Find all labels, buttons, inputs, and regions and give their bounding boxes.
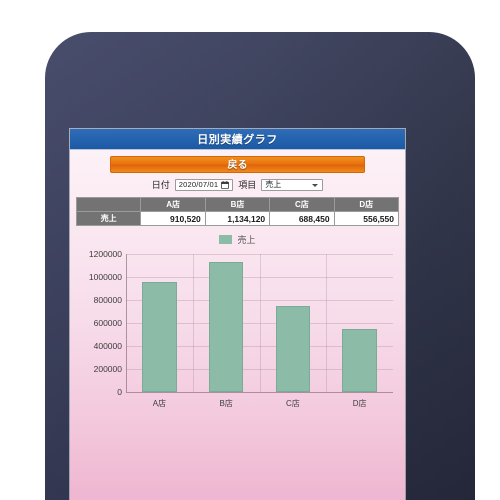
table-column-header: C店	[269, 197, 335, 212]
calendar-icon[interactable]	[221, 180, 230, 189]
table-column-header: D店	[333, 197, 400, 212]
y-axis-tick-label: 0	[117, 387, 122, 397]
chart-bar	[142, 281, 177, 392]
back-button-row: 戻る	[70, 150, 405, 173]
table-cell: 1,134,120	[204, 211, 271, 226]
table-cell: 688,450	[269, 211, 335, 226]
legend-swatch-sales	[219, 235, 233, 244]
data-table-body: 売上 910,520 1,134,120 688,450 556,550	[75, 211, 400, 226]
table-header-row: A店 B店 C店 D店	[75, 197, 400, 212]
x-axis-tick-label: A店	[152, 399, 167, 408]
date-field-label: 日付	[151, 180, 170, 190]
table-cell: 556,550	[333, 211, 400, 226]
chart-category-separator	[326, 254, 328, 392]
y-axis-tick-label: 1200000	[88, 249, 122, 259]
y-axis-tick-label: 400000	[93, 341, 122, 351]
chart-bar	[275, 305, 311, 392]
bar-chart: 0 200000 400000 600000 800000 1000000 1200000 A…	[74, 249, 397, 418]
legend-label-sales: 売上	[237, 235, 256, 245]
chevron-down-icon	[312, 183, 319, 187]
chart-plot-area: 0 200000 400000 600000 800000 1000000 1200000 A…	[89, 249, 393, 408]
table-column-header: A店	[140, 197, 206, 212]
screenshot-stage: 日別実績グラフ 戻る 日付 2020/07/01 項目 売上 A店 B店 C店 …	[0, 0, 500, 500]
y-axis-tick-label: 800000	[93, 295, 122, 305]
data-table: A店 B店 C店 D店 売上 910,520 1,134,120 688,450	[75, 197, 400, 226]
filter-row: 日付 2020/07/01 項目 売上	[70, 178, 405, 191]
x-axis-tick-label: D店	[352, 399, 367, 408]
item-select[interactable]: 売上	[261, 178, 324, 191]
date-input-value: 2020/07/01	[178, 180, 219, 189]
table-row-header: 売上	[75, 211, 142, 226]
chart-legend: 売上	[70, 233, 405, 246]
chart-gridline	[126, 392, 393, 393]
y-axis-tick-label: 1000000	[88, 272, 122, 282]
data-table-wrapper: A店 B店 C店 D店 売上 910,520 1,134,120 688,450	[75, 197, 400, 226]
item-field-label: 項目	[238, 180, 257, 190]
chart-category-separator	[192, 254, 194, 392]
y-axis-tick-label: 200000	[93, 364, 122, 374]
chart-bar	[342, 328, 377, 392]
app-screen: 日別実績グラフ 戻る 日付 2020/07/01 項目 売上 A店 B店 C店 …	[70, 129, 405, 500]
back-button[interactable]: 戻る	[110, 156, 365, 173]
app-title-bar: 日別実績グラフ	[70, 129, 405, 150]
table-row: 売上 910,520 1,134,120 688,450 556,550	[75, 211, 400, 226]
date-input[interactable]: 2020/07/01	[174, 178, 234, 191]
screen-content: 日別実績グラフ 戻る 日付 2020/07/01 項目 売上 A店 B店 C店 …	[70, 129, 405, 500]
table-corner-cell	[75, 197, 142, 212]
x-axis-tick-label: B店	[219, 399, 233, 408]
chart-category-separator	[259, 254, 261, 392]
page-title: 日別実績グラフ	[197, 134, 278, 146]
x-axis-tick-label: C店	[285, 399, 300, 408]
data-table-head: A店 B店 C店 D店	[75, 197, 400, 212]
chart-bar	[208, 262, 244, 392]
y-axis-tick-label: 600000	[93, 318, 122, 328]
table-cell: 910,520	[140, 211, 206, 226]
item-select-value: 売上	[265, 180, 282, 189]
table-column-header: B店	[204, 197, 271, 212]
